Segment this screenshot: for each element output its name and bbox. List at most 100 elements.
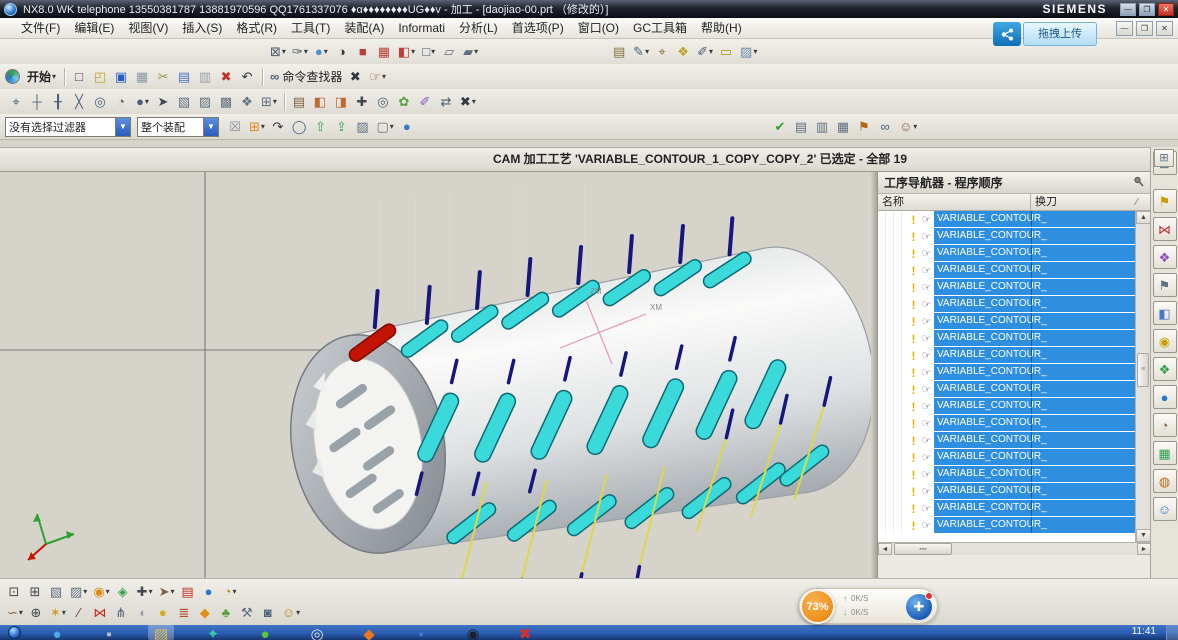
generate-toolpath-icon[interactable]: ◉ ▾ xyxy=(90,581,112,602)
history-icon[interactable]: ◔ xyxy=(1153,413,1177,437)
datum-plane-icon[interactable]: ◧ xyxy=(310,91,331,112)
observe-icon[interactable]: ◎ xyxy=(373,91,394,112)
menu-gc-toolbox[interactable]: GC工具箱 xyxy=(626,18,694,38)
open-file-icon[interactable]: ◰ xyxy=(90,66,111,87)
operation-row[interactable]: ! ☞ VARIABLE_CONTOUR_ xyxy=(878,347,1136,364)
iso-view-icon[interactable]: ◧ ▾ xyxy=(395,41,418,62)
menu-tools[interactable]: 工具(T) xyxy=(284,18,337,38)
background-icon[interactable]: □ ▾ xyxy=(418,41,439,62)
select-mode-icon[interactable]: ⊡ xyxy=(4,581,25,602)
hd3d-tool-icon[interactable]: ◍ xyxy=(1153,469,1177,493)
orient-view-icon[interactable]: ✑ ▾ xyxy=(289,41,311,62)
snap-existing-icon[interactable]: ● ▾ xyxy=(132,91,153,112)
spark-tool-icon[interactable]: ✶ ▾ xyxy=(47,602,69,623)
operation-row[interactable]: ! ☞ VARIABLE_CONTOUR_ xyxy=(878,262,1136,279)
operation-row[interactable]: ! ☞ VARIABLE_CONTOUR_ xyxy=(878,517,1136,534)
doc-restore-button[interactable]: ❐ xyxy=(1136,21,1153,36)
internet-browser-icon[interactable]: ● xyxy=(1153,385,1177,409)
column-name[interactable]: 名称 xyxy=(878,194,1031,210)
scroll-left-button[interactable]: ◄ xyxy=(878,543,892,555)
scroll-right-button[interactable]: ► xyxy=(1137,543,1151,555)
find-glasses-icon[interactable]: ∞ xyxy=(875,116,896,137)
dashed-region-icon[interactable]: ▢ ▾ xyxy=(373,116,396,137)
taskbar-app-folder[interactable]: ▨ xyxy=(148,625,174,640)
edit-list-icon[interactable]: ▥ xyxy=(812,116,833,137)
scroll-up-button[interactable]: ▲ xyxy=(1136,211,1151,224)
operation-row[interactable]: ! ☞ VARIABLE_CONTOUR_ xyxy=(878,228,1136,245)
graphics-viewport[interactable]: ZM XM xyxy=(0,172,871,578)
taskbar-app-red[interactable]: ✖ xyxy=(512,625,538,640)
doc-minimize-button[interactable]: — xyxy=(1116,21,1133,36)
save-icon[interactable]: ▣ xyxy=(111,66,132,87)
save-as-icon[interactable]: ▦ xyxy=(132,66,153,87)
diamond-nav-icon[interactable]: ◆ xyxy=(195,602,216,623)
reuse-library-icon[interactable]: ▦ xyxy=(1153,441,1177,465)
swap-icon[interactable]: ⇄ xyxy=(436,91,457,112)
taskbar-app-office[interactable]: ◆ xyxy=(356,625,382,640)
memory-usage-ball[interactable]: 73% xyxy=(800,589,835,624)
front-view-icon[interactable]: ■ xyxy=(353,41,374,62)
measure-tool-icon[interactable]: ⌖ xyxy=(652,41,673,62)
horizontal-scroll-thumb[interactable]: ▪▪▪ xyxy=(894,543,952,555)
taskbar-app-browser[interactable]: ● xyxy=(44,625,70,640)
taskbar-app-security[interactable]: ● xyxy=(252,625,278,640)
verify-toolpath-icon[interactable]: ◈ xyxy=(113,581,134,602)
vertical-scrollbar[interactable]: ▲ ≡ ▼ xyxy=(1135,211,1150,542)
shade-region-icon[interactable]: ▨ xyxy=(352,116,373,137)
clear-search-icon[interactable]: ✖ xyxy=(345,66,366,87)
operation-row[interactable]: ! ☞ VARIABLE_CONTOUR_ xyxy=(878,279,1136,296)
plant-icon[interactable]: ✿ xyxy=(394,91,415,112)
bolt-tool-icon[interactable]: ❖ xyxy=(673,41,694,62)
snap-intersection-icon[interactable]: ╳ xyxy=(69,91,90,112)
taskbar-app-media[interactable]: ▪ xyxy=(96,625,122,640)
spray-icon[interactable]: ✐ xyxy=(415,91,436,112)
constraint-navigator-icon[interactable]: ◉ xyxy=(1153,329,1177,353)
operation-row[interactable]: ! ☞ VARIABLE_CONTOUR_ xyxy=(878,330,1136,347)
column-tool-change[interactable]: 换刀 xyxy=(1031,194,1136,210)
note-tool-icon[interactable]: ▤ xyxy=(289,91,310,112)
image-tool-icon[interactable]: ▨ ▾ xyxy=(737,41,760,62)
selection-filter-dropdown[interactable]: 没有选择过滤器 ▼ xyxy=(5,117,131,137)
pin-icon[interactable] xyxy=(1133,176,1144,190)
highlight-select-icon[interactable]: ▨ ▾ xyxy=(67,581,90,602)
datum-axis-icon[interactable]: ◨ xyxy=(331,91,352,112)
select-assembly-icon[interactable]: ⊞ ▾ xyxy=(258,91,280,112)
operation-row[interactable]: ! ☞ VARIABLE_CONTOUR_ xyxy=(878,483,1136,500)
yellow-ball-icon[interactable]: ● xyxy=(153,602,174,623)
cut-icon[interactable]: ✂ xyxy=(153,66,174,87)
select-cursor-icon[interactable]: ➤ xyxy=(153,91,174,112)
menu-window[interactable]: 窗口(O) xyxy=(571,18,626,38)
window-restore-button[interactable]: ❐ xyxy=(1139,3,1155,16)
undo-icon[interactable]: ↶ xyxy=(237,66,258,87)
doc-close-button[interactable]: ✕ xyxy=(1156,21,1173,36)
column-resize-mark[interactable]: ⁄ xyxy=(1136,197,1150,208)
shaded-view-icon[interactable]: ● ▾ xyxy=(311,41,332,62)
line-tool-icon[interactable]: ∕ xyxy=(69,602,90,623)
vertical-scroll-thumb[interactable]: ≡ xyxy=(1137,353,1149,387)
lasso-select-icon[interactable]: ▧ xyxy=(46,581,67,602)
operation-row[interactable]: ! ☞ VARIABLE_CONTOUR_ xyxy=(878,415,1136,432)
menu-edit[interactable]: 编辑(E) xyxy=(67,18,121,38)
operation-row[interactable]: ! ☞ VARIABLE_CONTOUR_ xyxy=(878,466,1136,483)
grid-list-icon[interactable]: ▦ xyxy=(833,116,854,137)
upload-overlay-button[interactable]: 拖拽上传 xyxy=(993,21,1097,47)
command-finder-button[interactable]: ∞ 命令查找器 xyxy=(267,66,345,87)
post-process-icon[interactable]: ▤ xyxy=(178,581,199,602)
horizontal-scrollbar[interactable]: ◄ ▪▪▪ ► xyxy=(878,542,1151,555)
copy-icon[interactable]: ▤ xyxy=(174,66,195,87)
menu-format[interactable]: 格式(R) xyxy=(229,18,284,38)
rect-select-icon[interactable]: ⊞ xyxy=(25,581,46,602)
select-face-icon[interactable]: ▧ xyxy=(174,91,195,112)
paste-icon[interactable]: ▥ xyxy=(195,66,216,87)
method-view-icon[interactable]: ⚑ xyxy=(1153,273,1177,297)
assembly-navigator-icon[interactable]: ◧ xyxy=(1153,301,1177,325)
create-geometry-icon[interactable]: ✚ ▾ xyxy=(134,581,156,602)
fit-view-icon[interactable]: ⊠ ▾ xyxy=(267,41,289,62)
operation-row[interactable]: ! ☞ VARIABLE_CONTOUR_ xyxy=(878,398,1136,415)
window-close-button[interactable]: ✕ xyxy=(1158,3,1174,16)
user-check-icon[interactable]: ☺ ▾ xyxy=(896,116,920,137)
show-desktop-button[interactable] xyxy=(1166,625,1178,640)
menu-information[interactable]: Informati xyxy=(391,18,452,38)
operation-row[interactable]: ! ☞ VARIABLE_CONTOUR_ xyxy=(878,296,1136,313)
taskbar-app-blue[interactable]: ▪ xyxy=(408,625,434,640)
